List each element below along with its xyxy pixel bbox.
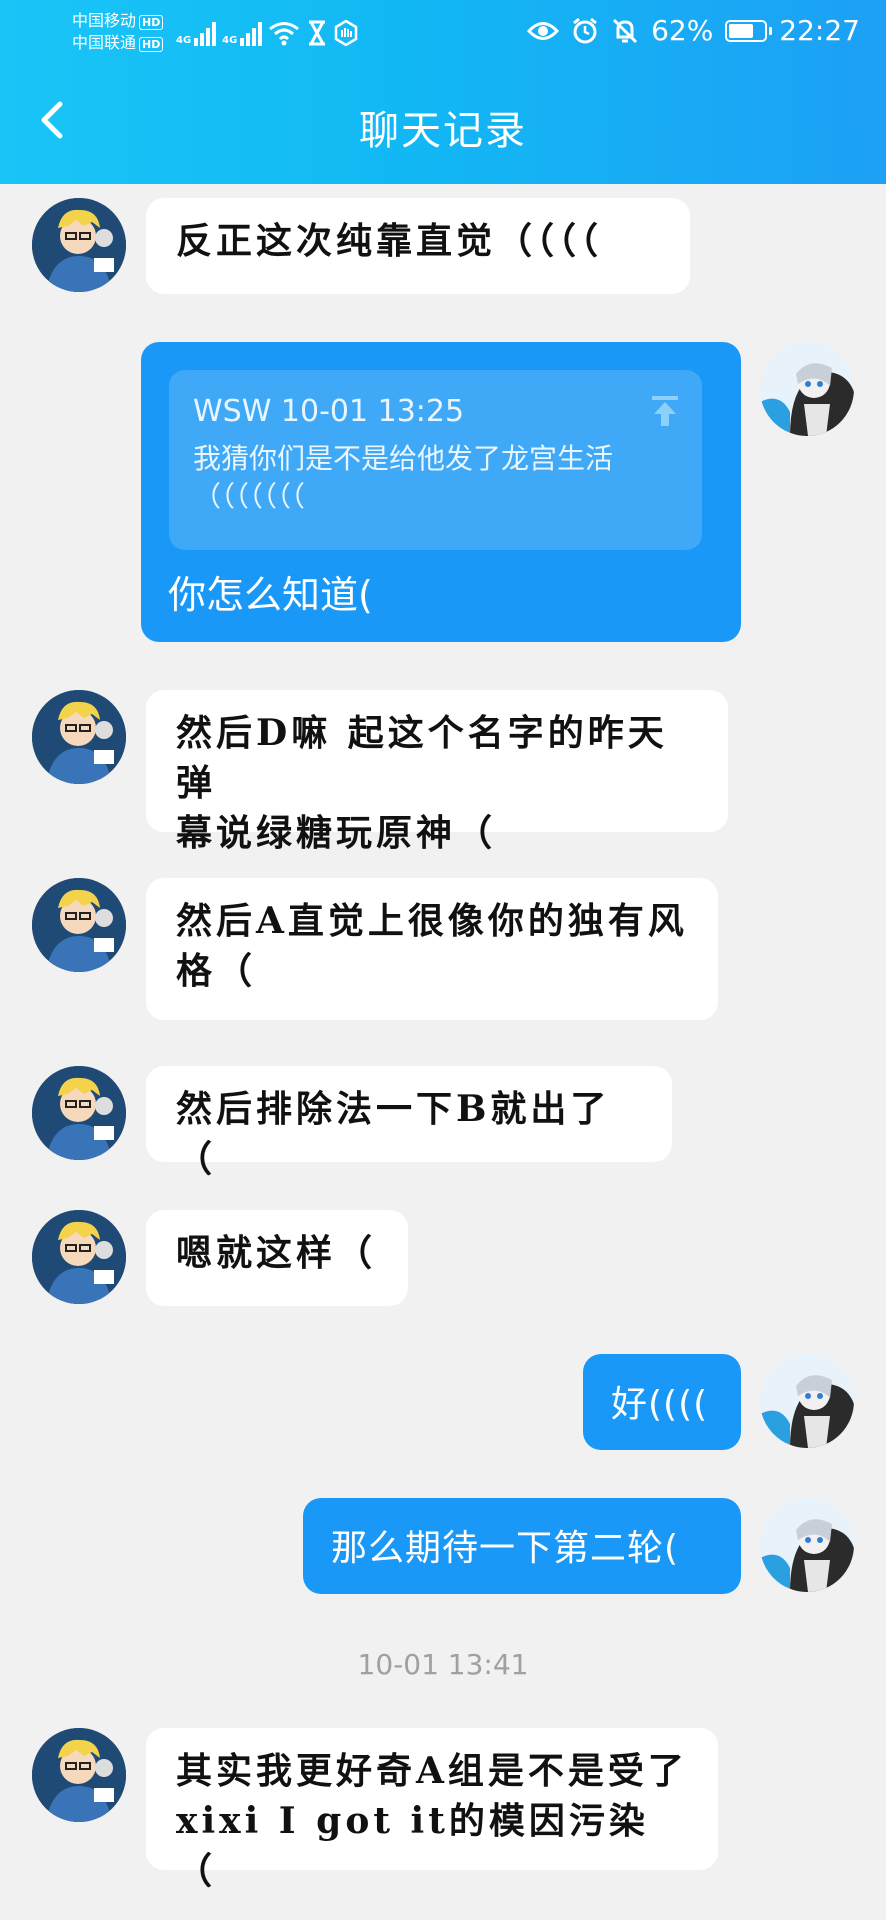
quoted-message[interactable]: WSW 10-01 13:25 我猜你们是不是给他发了龙宫生活（（（（（（（ bbox=[169, 370, 702, 550]
message-text: 然后排除法一下B就出了（ bbox=[176, 1088, 611, 1180]
message-bubble[interactable]: 反正这次纯靠直觉（（（（ bbox=[146, 198, 690, 294]
header-bar: 中国移动 HD 中国联通 HD 4G 4G 62% 22:27 聊天记录 bbox=[0, 0, 886, 184]
wifi-icon bbox=[269, 22, 300, 46]
message-text: 反正这次纯靠直觉（（（（ bbox=[176, 220, 603, 262]
hd-badge: HD bbox=[139, 15, 164, 30]
avatar-image bbox=[32, 1210, 126, 1304]
message-text: 你怎么知道( bbox=[168, 573, 373, 617]
avatar-image bbox=[32, 1066, 126, 1160]
chat-history[interactable]: 反正这次纯靠直觉（（（（ WSW 10-01 13:25 我猜你们是不是给他发了… bbox=[0, 184, 886, 1920]
avatar[interactable] bbox=[760, 342, 854, 436]
message-line: 格（ bbox=[176, 950, 257, 992]
signal-icon: 4G bbox=[222, 22, 263, 46]
message-bubble[interactable]: 然后排除法一下B就出了（ bbox=[146, 1066, 672, 1180]
carrier-info: 中国移动 HD 中国联通 HD bbox=[72, 10, 164, 54]
avatar[interactable] bbox=[32, 878, 126, 972]
battery-fill bbox=[729, 23, 753, 38]
avatar-image bbox=[760, 342, 854, 436]
message-bubble[interactable]: 那么期待一下第二轮( bbox=[303, 1498, 741, 1594]
avatar-image bbox=[760, 1354, 854, 1448]
avatar[interactable] bbox=[32, 1066, 126, 1160]
avatar[interactable] bbox=[760, 1354, 854, 1448]
page-title: 聊天记录 bbox=[359, 108, 527, 154]
signal-icon: 4G bbox=[176, 22, 217, 46]
message-line: 其实我更好奇A组是不是受了 bbox=[176, 1750, 688, 1792]
message-bubble[interactable]: 好(((( bbox=[583, 1354, 741, 1450]
status-bar: 中国移动 HD 中国联通 HD 4G 4G 62% 22:27 bbox=[0, 0, 886, 70]
avatar-image bbox=[760, 1498, 854, 1592]
avatar[interactable] bbox=[760, 1498, 854, 1592]
hd-badge: HD bbox=[139, 37, 164, 52]
signal-icons: 4G 4G bbox=[176, 16, 358, 46]
avatar-image bbox=[32, 878, 126, 972]
message-line: 然后D嘛 起这个名字的昨天弹 bbox=[176, 712, 668, 804]
avatar[interactable] bbox=[32, 690, 126, 784]
eye-icon bbox=[527, 21, 560, 40]
jump-to-original-icon[interactable] bbox=[650, 394, 680, 428]
clock: 22:27 bbox=[779, 14, 860, 47]
avatar-image bbox=[32, 1728, 126, 1822]
mute-bell-icon bbox=[613, 18, 638, 43]
message-text: 好(((( bbox=[611, 1384, 709, 1425]
quote-sender-time: WSW 10-01 13:25 bbox=[193, 394, 465, 429]
alarm-icon bbox=[573, 17, 597, 43]
message-text: 嗯就这样（ bbox=[176, 1232, 377, 1274]
message-line: 幕说绿糖玩原神（ bbox=[176, 812, 497, 854]
message-bubble[interactable]: 然后D嘛 起这个名字的昨天弹 幕说绿糖玩原神（ bbox=[146, 690, 728, 854]
message-line: 然后A直觉上很像你的独有风 bbox=[176, 900, 688, 942]
message-bubble[interactable]: 然后A直觉上很像你的独有风 格（ bbox=[146, 878, 718, 1020]
message-bubble[interactable]: 嗯就这样（ bbox=[146, 1210, 408, 1306]
carrier-2: 中国联通 bbox=[72, 33, 137, 52]
status-right: 62% 22:27 bbox=[527, 14, 860, 47]
hourglass-icon bbox=[309, 20, 326, 46]
avatar-image bbox=[32, 198, 126, 292]
avatar[interactable] bbox=[32, 1728, 126, 1822]
message-bubble[interactable]: 其实我更好奇A组是不是受了 xixi I got it的模因污染（ bbox=[146, 1728, 718, 1892]
hand-icon bbox=[335, 20, 358, 46]
time-divider: 10-01 13:41 bbox=[357, 1648, 529, 1681]
battery-icon bbox=[725, 19, 773, 42]
message-text: 那么期待一下第二轮( bbox=[331, 1528, 680, 1569]
message-line: xixi I got it的模因污染（ bbox=[176, 1800, 649, 1892]
avatar[interactable] bbox=[32, 1210, 126, 1304]
quote-text: 我猜你们是不是给他发了龙宫生活（（（（（（（ bbox=[193, 442, 614, 513]
avatar-image bbox=[32, 690, 126, 784]
carrier-1: 中国移动 bbox=[72, 11, 137, 30]
avatar[interactable] bbox=[32, 198, 126, 292]
battery-percent: 62% bbox=[651, 14, 714, 47]
